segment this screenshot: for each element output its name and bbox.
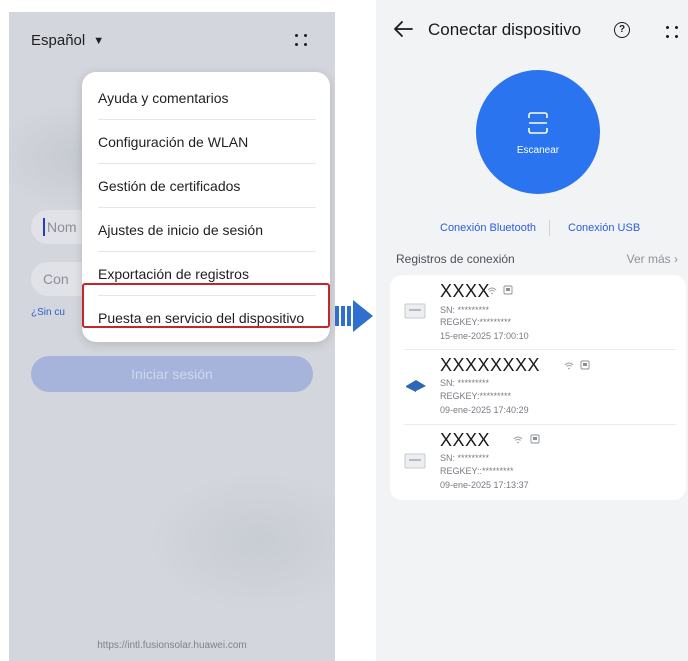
chevron-right-icon: › (674, 252, 678, 266)
back-arrow-icon[interactable] (392, 18, 414, 40)
scan-label: Escanear (516, 145, 560, 156)
login-screen: Español ▼ Nom Con ¿Sin cu Iniciar sesión… (9, 12, 335, 661)
device-type-icon (503, 285, 513, 295)
inverter-icon (404, 303, 426, 319)
device-type-icon (580, 360, 590, 370)
records-title: Registros de conexión (396, 252, 515, 266)
wifi-icon (513, 436, 523, 444)
page-title: Conectar dispositivo (428, 20, 582, 39)
background-shape (149, 472, 335, 612)
connection-records-list: XXXX SN: ********* REGKEY:********* 15-e… (390, 275, 686, 500)
see-more-label: Ver más (626, 252, 671, 266)
list-item[interactable]: XXXXXXXX SN: ********* REGKEY:********* … (390, 350, 686, 424)
wifi-icon (487, 287, 497, 295)
wifi-icon (564, 362, 574, 370)
menu-item-wlan[interactable]: Configuración de WLAN (98, 120, 318, 164)
device-sn: SN: ********* (440, 453, 490, 463)
device-sn: SN: ********* (440, 305, 490, 315)
footer-url: https://intl.fusionsolar.huawei.com (97, 640, 247, 651)
device-sn: SN: ********* (440, 378, 490, 388)
scan-button[interactable]: Escanear (476, 70, 600, 194)
menu-item-login-settings[interactable]: Ajustes de inicio de sesión (98, 208, 318, 252)
scan-icon (528, 112, 548, 134)
arrow-right-icon (335, 300, 373, 332)
text-cursor (43, 218, 45, 236)
device-regkey: REGKEY::********* (440, 466, 514, 476)
device-date: 15-ene-2025 17:00:10 (440, 331, 529, 341)
menu-item-certificates[interactable]: Gestión de certificados (98, 164, 318, 208)
device-name: XXXX (440, 430, 491, 450)
device-regkey: REGKEY:********* (440, 317, 512, 327)
device-name: XXXXXXXX (440, 355, 541, 375)
connect-device-screen: Conectar dispositivo ? Escanear Conexión… (376, 0, 688, 661)
login-button[interactable]: Iniciar sesión (31, 356, 313, 392)
device-type-icon (530, 434, 540, 444)
list-item[interactable]: XXXX SN: ********* REGKEY::********* 09-… (390, 425, 686, 499)
device-date: 09-ene-2025 17:13:37 (440, 480, 529, 490)
more-options-icon[interactable] (295, 30, 309, 48)
solar-panel-icon (406, 380, 426, 392)
divider (549, 220, 550, 236)
language-selector[interactable]: Español ▼ (31, 32, 104, 49)
help-icon[interactable]: ? (614, 22, 630, 38)
password-placeholder: Con (43, 271, 69, 287)
bluetooth-connection-link[interactable]: Conexión Bluetooth (440, 222, 536, 234)
forgot-account-link[interactable]: ¿Sin cu (31, 307, 65, 318)
highlight-box (82, 283, 330, 328)
device-name: XXXX (440, 281, 491, 301)
device-date: 09-ene-2025 17:40:29 (440, 405, 529, 415)
language-label: Español (31, 32, 86, 49)
caret-down-icon: ▼ (93, 34, 105, 47)
menu-item-help[interactable]: Ayuda y comentarios (98, 76, 318, 120)
username-placeholder: Nom (47, 219, 77, 235)
device-regkey: REGKEY:********* (440, 391, 512, 401)
more-options-icon[interactable] (666, 22, 680, 40)
usb-connection-link[interactable]: Conexión USB (568, 222, 640, 234)
inverter-icon (404, 453, 426, 469)
see-more-link[interactable]: Ver más › (627, 252, 678, 266)
list-item[interactable]: XXXX SN: ********* REGKEY:********* 15-e… (390, 275, 686, 349)
